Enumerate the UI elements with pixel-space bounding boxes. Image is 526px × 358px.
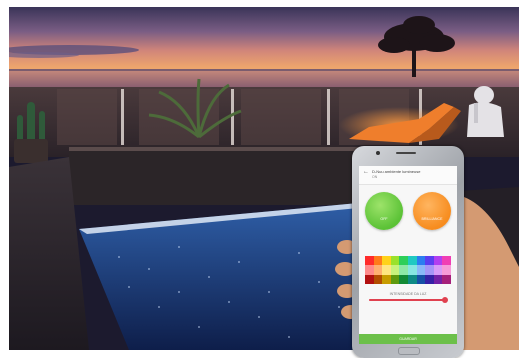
palette-column[interactable]: [365, 256, 374, 284]
off-button[interactable]: OFF: [365, 192, 403, 230]
brilliance-button[interactable]: BRILLIANCE: [413, 192, 451, 230]
palette-column[interactable]: [373, 256, 383, 284]
color-swatch[interactable]: [433, 256, 443, 266]
color-swatch[interactable]: [365, 256, 374, 266]
slider-thumb[interactable]: [441, 297, 448, 303]
color-swatch[interactable]: [390, 274, 400, 284]
brilliance-button-label: BRILLIANCE: [421, 217, 443, 221]
color-swatch[interactable]: [373, 274, 383, 284]
palette-column[interactable]: [390, 256, 400, 284]
save-button[interactable]: GUARDAR: [359, 334, 457, 344]
color-swatch[interactable]: [399, 274, 408, 284]
app-subtitle: ON: [372, 175, 378, 179]
smartphone: ← D-Nuu ambiente lumineuse ON OFF BRILLI…: [352, 146, 464, 358]
color-swatch[interactable]: [365, 265, 374, 275]
color-swatch[interactable]: [407, 265, 417, 275]
app-title: D-Nuu ambiente lumineuse: [372, 169, 421, 174]
color-swatch[interactable]: [382, 265, 391, 275]
color-swatch[interactable]: [365, 274, 374, 284]
color-swatch[interactable]: [416, 265, 426, 275]
color-swatch[interactable]: [425, 265, 434, 275]
slider-label: INTENSIDADE DA LUZ: [389, 292, 427, 296]
save-button-label: GUARDAR: [399, 337, 417, 341]
color-swatch[interactable]: [373, 265, 383, 275]
color-swatch[interactable]: [382, 274, 391, 284]
palette-column[interactable]: [407, 256, 417, 284]
color-swatch[interactable]: [382, 256, 391, 266]
phone-screen: ← D-Nuu ambiente lumineuse ON OFF BRILLI…: [359, 166, 457, 344]
color-swatch[interactable]: [425, 256, 434, 266]
off-button-label: OFF: [380, 217, 388, 221]
color-swatch[interactable]: [390, 256, 400, 266]
color-swatch[interactable]: [442, 256, 451, 266]
palette-column[interactable]: [382, 256, 391, 284]
app-header: ← D-Nuu ambiente lumineuse ON: [359, 166, 457, 185]
palette-column[interactable]: [442, 256, 451, 284]
color-swatch[interactable]: [416, 256, 426, 266]
color-palette[interactable]: [365, 256, 451, 284]
back-arrow-icon[interactable]: ←: [363, 169, 369, 175]
palette-column[interactable]: [433, 256, 443, 284]
intensity-slider[interactable]: [369, 297, 448, 303]
color-swatch[interactable]: [433, 265, 443, 275]
phone-speaker: [396, 152, 416, 154]
palette-column[interactable]: [425, 256, 434, 284]
color-swatch[interactable]: [442, 265, 451, 275]
color-swatch[interactable]: [442, 274, 451, 284]
color-swatch[interactable]: [399, 256, 408, 266]
color-swatch[interactable]: [390, 265, 400, 275]
slider-fill: [369, 299, 445, 301]
palette-column[interactable]: [399, 256, 408, 284]
home-button[interactable]: [398, 347, 420, 355]
color-swatch[interactable]: [416, 274, 426, 284]
palette-column[interactable]: [416, 256, 426, 284]
color-swatch[interactable]: [433, 274, 443, 284]
color-swatch[interactable]: [407, 256, 417, 266]
color-swatch[interactable]: [407, 274, 417, 284]
color-swatch[interactable]: [399, 265, 408, 275]
camera-icon: [376, 151, 380, 155]
color-swatch[interactable]: [425, 274, 434, 284]
color-swatch[interactable]: [373, 256, 383, 266]
